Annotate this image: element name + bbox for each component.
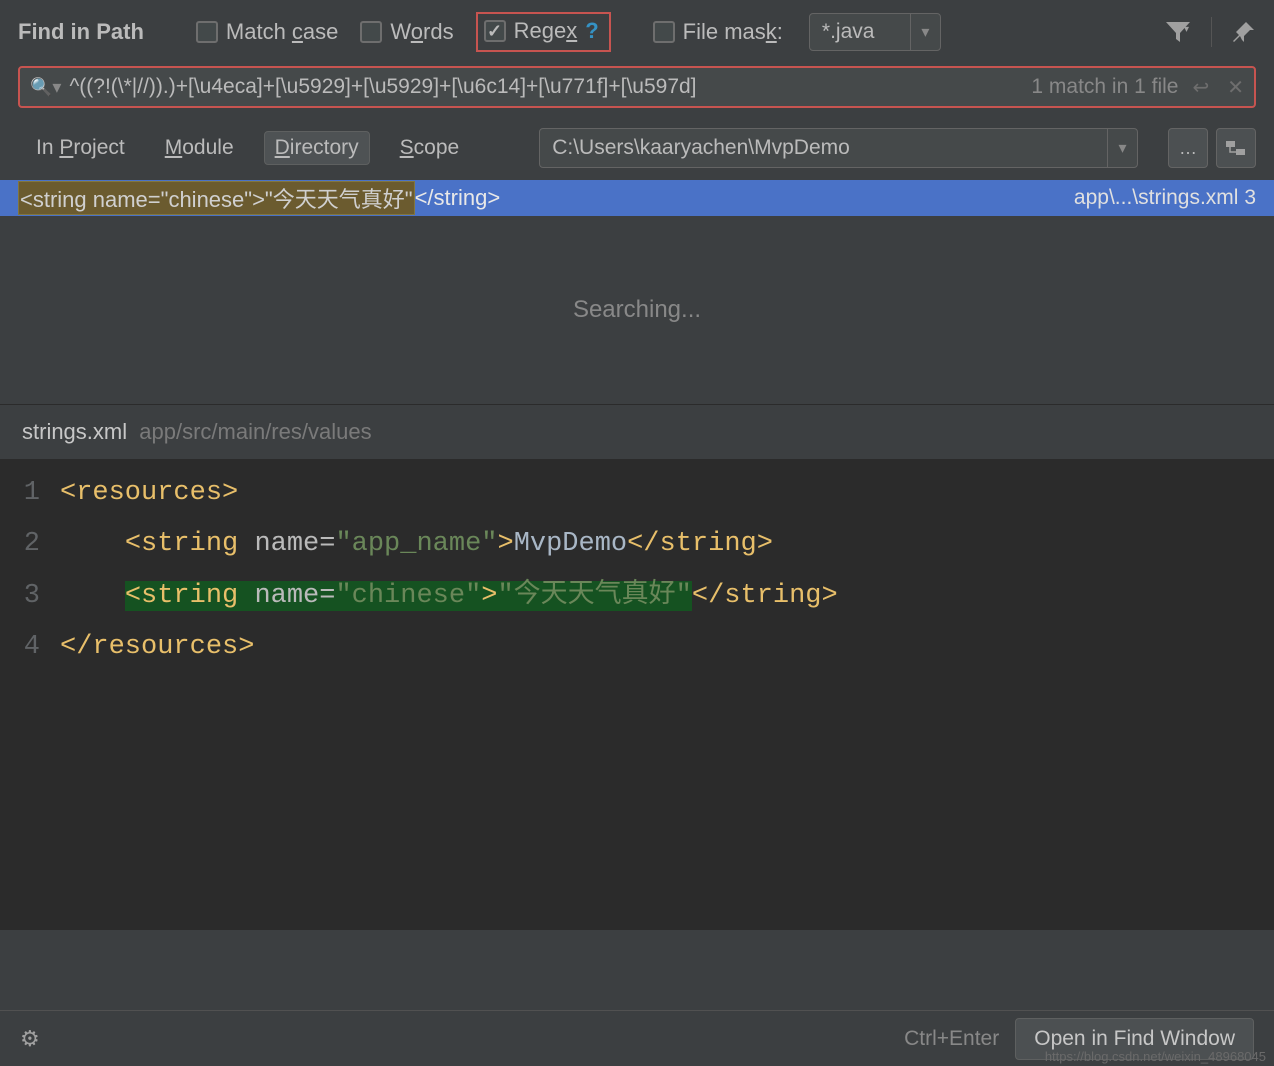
preview-filepath: app/src/main/res/values <box>139 419 371 444</box>
regex-help-icon[interactable]: ? <box>585 18 598 44</box>
result-file-path: app\...\strings.xml 3 <box>1074 186 1256 210</box>
code-line-2: <string name="app_name">MvpDemo</string> <box>60 519 1274 570</box>
separator <box>1211 17 1212 47</box>
file-mask-dropdown-icon[interactable]: ▾ <box>910 14 940 50</box>
scope-tab-scope[interactable]: Scope <box>390 132 470 164</box>
directory-path-value[interactable]: C:\Users\kaaryachen\MvpDemo <box>540 136 1107 160</box>
match-count-label: 1 match in 1 file <box>1031 75 1178 99</box>
code-line-1: <resources> <box>60 468 1274 519</box>
recursive-toggle-button[interactable] <box>1216 128 1256 168</box>
match-case-label: Match case <box>226 19 339 45</box>
result-highlight: <string name="chinese">"今天天气真好" <box>18 181 415 215</box>
clear-search-icon[interactable]: ✕ <box>1227 75 1244 100</box>
gear-icon[interactable]: ⚙ <box>20 1026 40 1052</box>
line-number: 1 <box>0 468 60 519</box>
filter-icon[interactable]: ▾ <box>1165 21 1191 43</box>
dialog-title: Find in Path <box>18 19 144 45</box>
directory-dropdown-icon[interactable]: ▾ <box>1107 129 1137 167</box>
line-number: 4 <box>0 622 60 673</box>
result-text: <string name="chinese">"今天天气真好"</string> <box>18 181 500 215</box>
code-line-3: <string name="chinese">"今天天气真好"</string> <box>60 571 1274 622</box>
file-mask-value[interactable]: *.java <box>810 20 910 44</box>
pin-icon[interactable] <box>1232 20 1256 44</box>
preview-section: strings.xml app/src/main/res/values 1 <r… <box>0 404 1274 930</box>
regex-option[interactable]: Regex <box>484 18 578 44</box>
scope-tab-directory[interactable]: Directory <box>264 131 370 165</box>
file-mask-input[interactable]: *.java ▾ <box>809 13 941 51</box>
search-input-row: 🔍▾ ^((?!(\*|//)).)+[\u4eca]+[\u5929]+[\u… <box>18 66 1256 108</box>
scope-row: In Project Module Directory Scope C:\Use… <box>0 108 1274 180</box>
browse-directory-button[interactable]: … <box>1168 128 1208 168</box>
code-preview[interactable]: 1 <resources> 2 <string name="app_name">… <box>0 460 1274 930</box>
match-case-checkbox[interactable] <box>196 21 218 43</box>
code-line-4: </resources> <box>60 622 1274 673</box>
file-mask-option[interactable]: File mask: <box>653 19 783 45</box>
preview-header: strings.xml app/src/main/res/values <box>0 405 1274 460</box>
searching-status: Searching... <box>0 216 1274 404</box>
file-mask-label: File mask: <box>683 19 783 45</box>
scope-tab-module[interactable]: Module <box>155 132 244 164</box>
words-checkbox[interactable] <box>360 21 382 43</box>
words-label: Words <box>390 19 453 45</box>
watermark: https://blog.csdn.net/weixin_48968045 <box>1045 1049 1266 1064</box>
shortcut-hint: Ctrl+Enter <box>904 1027 999 1051</box>
line-number: 2 <box>0 519 60 570</box>
toolbar-right-icons: ▾ <box>1165 17 1256 47</box>
file-mask-checkbox[interactable] <box>653 21 675 43</box>
search-query-input[interactable]: ^((?!(\*|//)).)+[\u4eca]+[\u5929]+[\u592… <box>69 75 1023 99</box>
preview-filename: strings.xml <box>22 419 127 444</box>
words-option[interactable]: Words <box>360 19 453 45</box>
regex-option-highlighted: Regex ? <box>476 12 611 52</box>
regex-checkbox[interactable] <box>484 20 506 42</box>
newline-toggle-icon[interactable]: ↩ <box>1192 75 1209 100</box>
search-result-row[interactable]: <string name="chinese">"今天天气真好"</string>… <box>0 180 1274 216</box>
match-case-option[interactable]: Match case <box>196 19 339 45</box>
scope-tab-project[interactable]: In Project <box>26 132 135 164</box>
top-options-bar: Find in Path Match case Words Regex ? Fi… <box>0 0 1274 66</box>
line-number: 3 <box>0 571 60 622</box>
directory-path-input[interactable]: C:\Users\kaaryachen\MvpDemo ▾ <box>539 128 1138 168</box>
svg-text:▾: ▾ <box>1184 24 1189 35</box>
search-icon: 🔍▾ <box>30 77 61 98</box>
regex-label: Regex <box>514 18 578 44</box>
